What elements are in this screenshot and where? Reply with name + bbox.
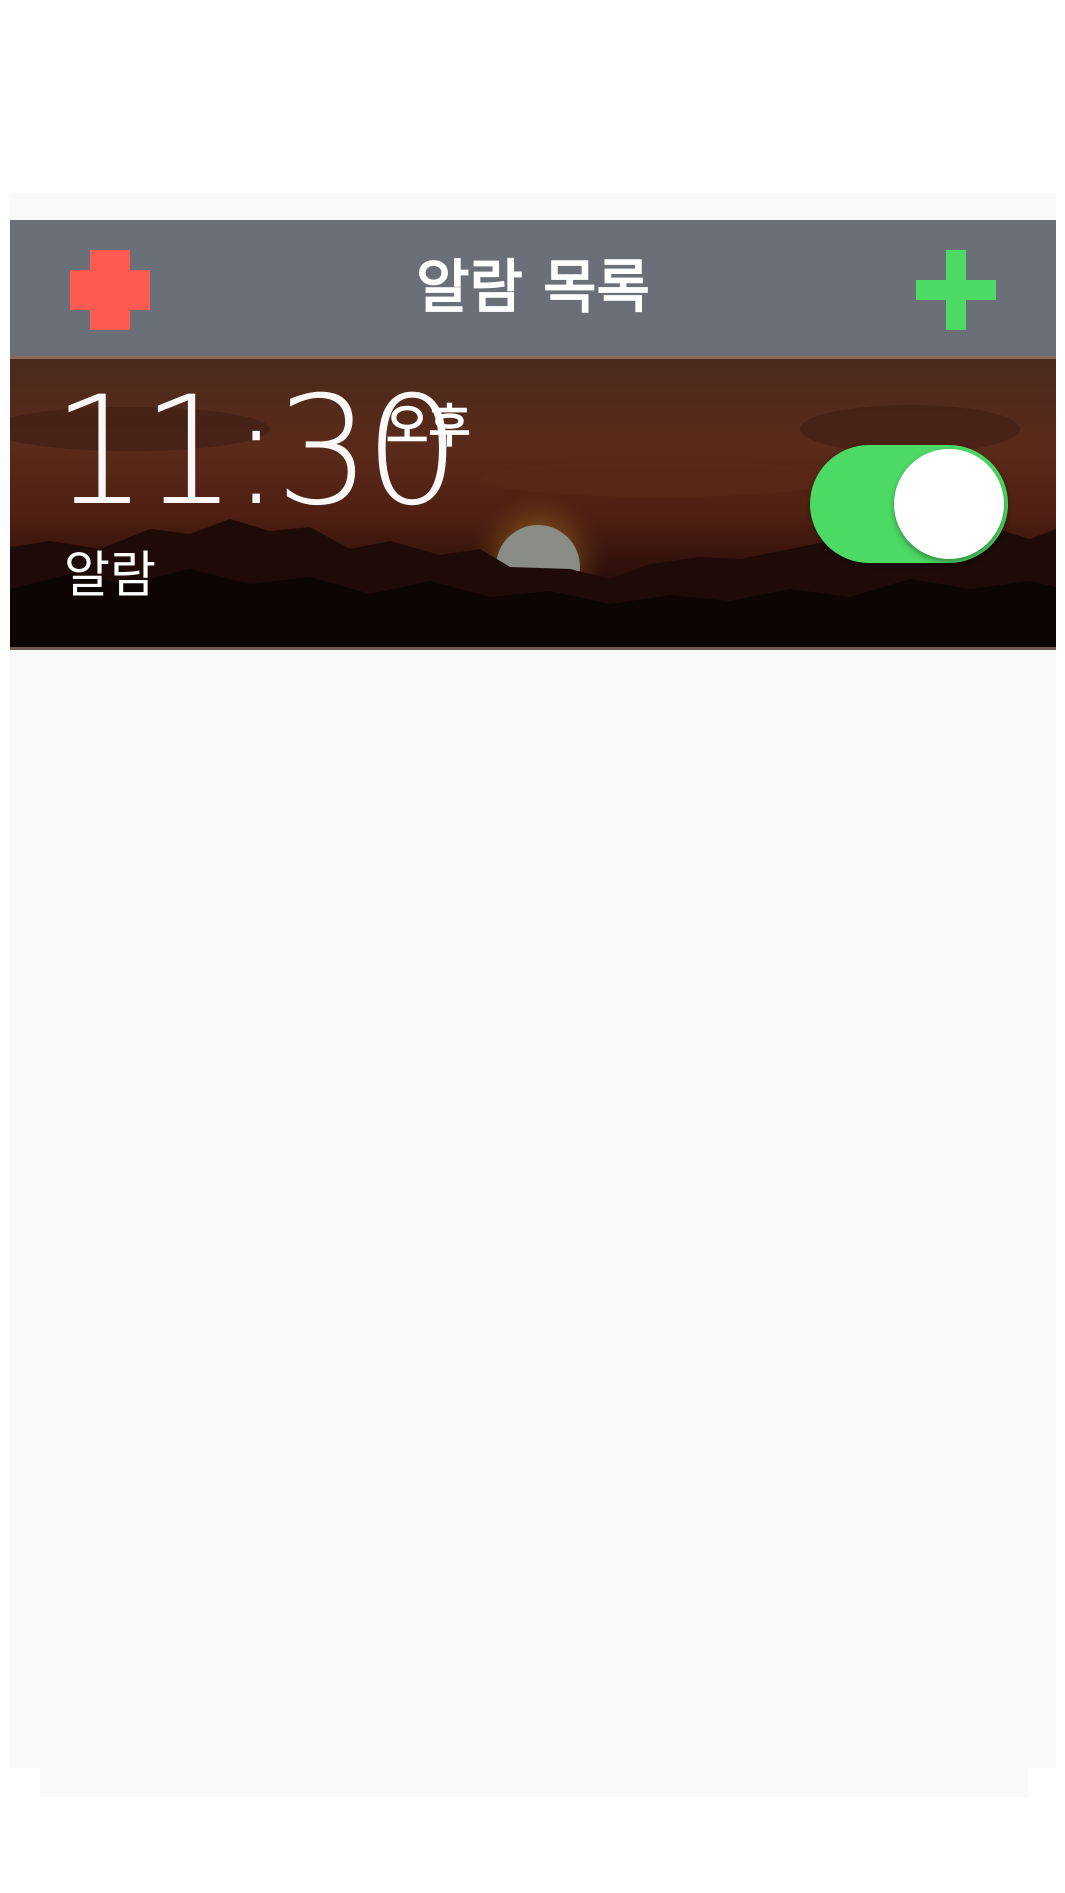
screen-bottom-edge bbox=[40, 1765, 1028, 1797]
add-alarm-button[interactable] bbox=[906, 240, 1006, 340]
navigation-bar: 알람 목록 bbox=[10, 220, 1056, 358]
list-divider bbox=[10, 647, 1056, 650]
page-title: 알람 목록 bbox=[416, 253, 650, 321]
toggle-knob bbox=[894, 449, 1004, 559]
alarm-list-item[interactable]: 11:30 오후 알람 bbox=[10, 359, 1056, 647]
alarm-ampm: 오후 bbox=[386, 399, 471, 453]
plus-icon bbox=[906, 240, 1006, 340]
alarm-enabled-toggle[interactable] bbox=[810, 445, 1008, 563]
alarm-label: 알람 bbox=[64, 546, 156, 604]
